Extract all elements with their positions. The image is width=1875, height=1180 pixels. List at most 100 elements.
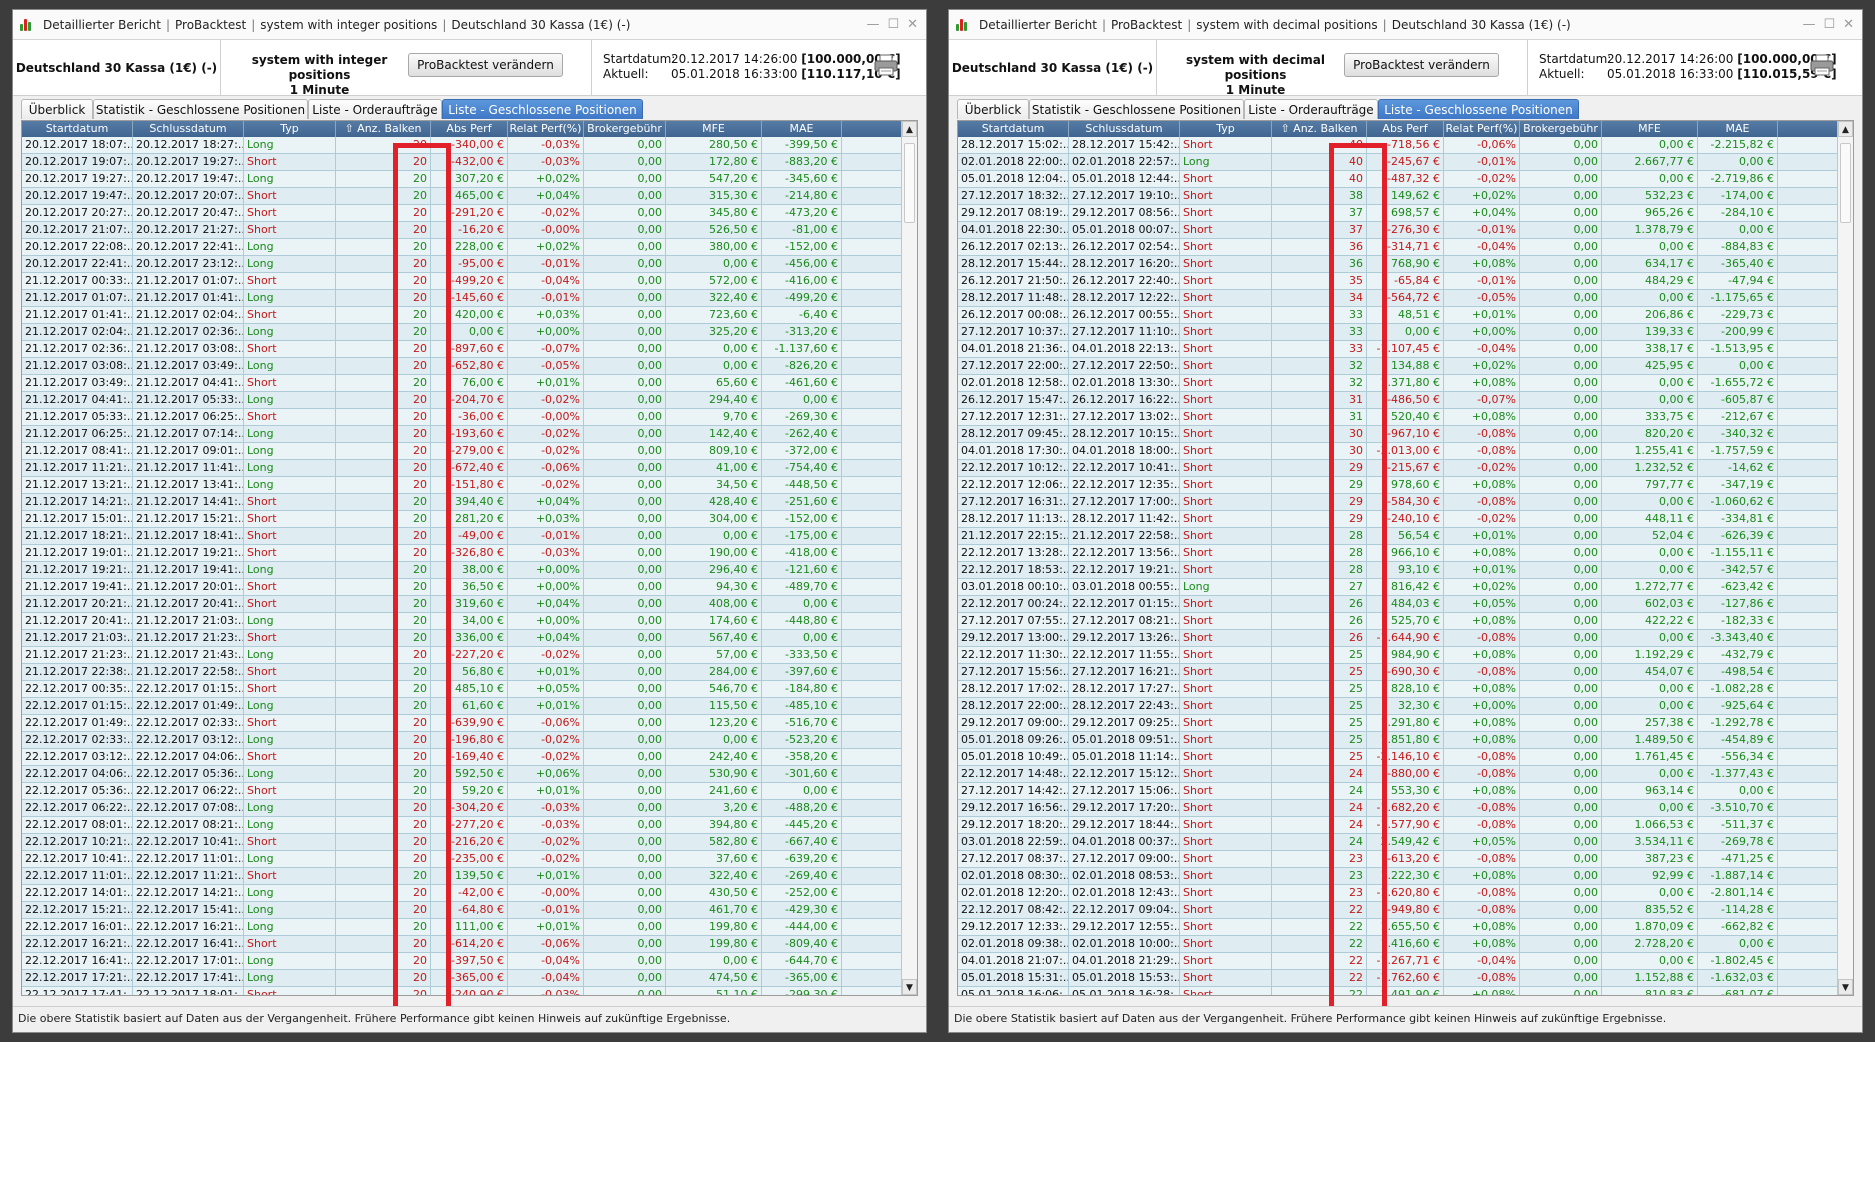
table-row[interactable]: 22.12.2017 16:41:... 22.12.2017 17:01:...…	[22, 953, 901, 970]
table-row[interactable]: 26.12.2017 00:08:... 26.12.2017 00:55:...…	[958, 307, 1837, 324]
table-row[interactable]: 29.12.2017 12:33:... 29.12.2017 12:55:...…	[958, 919, 1837, 936]
table-row[interactable]: 21.12.2017 08:41:... 21.12.2017 09:01:...…	[22, 443, 901, 460]
tab-overview[interactable]: Überblick	[21, 99, 93, 119]
table-row[interactable]: 21.12.2017 20:21:... 21.12.2017 20:41:...…	[22, 596, 901, 613]
tab-closed-positions-statistics[interactable]: Statistik - Geschlossene Positionen	[1029, 99, 1244, 119]
table-row[interactable]: 22.12.2017 00:24:... 22.12.2017 01:15:...…	[958, 596, 1837, 613]
column-header-type[interactable]: Typ	[244, 121, 336, 137]
table-row[interactable]: 04.01.2018 22:30:... 05.01.2018 00:07:...…	[958, 222, 1837, 239]
table-row[interactable]: 21.12.2017 21:23:... 21.12.2017 21:43:...…	[22, 647, 901, 664]
table-row[interactable]: 29.12.2017 16:56:... 29.12.2017 17:20:...…	[958, 800, 1837, 817]
column-header-start-date[interactable]: Startdatum	[958, 121, 1069, 137]
table-row[interactable]: 28.12.2017 15:02:... 28.12.2017 15:42:...…	[958, 137, 1837, 154]
minimize-icon[interactable]: —	[866, 17, 879, 32]
table-row[interactable]: 22.12.2017 06:22:... 22.12.2017 07:08:...…	[22, 800, 901, 817]
modify-probacktest-button[interactable]: ProBacktest verändern	[408, 53, 563, 77]
table-row[interactable]: 21.12.2017 19:41:... 21.12.2017 20:01:...…	[22, 579, 901, 596]
table-row[interactable]: 20.12.2017 22:41:... 20.12.2017 23:12:...…	[22, 256, 901, 273]
table-row[interactable]: 22.12.2017 01:49:... 22.12.2017 02:33:...…	[22, 715, 901, 732]
vertical-scrollbar[interactable]: ▲ ▼	[901, 121, 917, 995]
tab-closed-positions-list[interactable]: Liste - Geschlossene Positionen	[1378, 99, 1579, 119]
table-row[interactable]: 22.12.2017 11:30:... 22.12.2017 11:55:...…	[958, 647, 1837, 664]
table-row[interactable]: 21.12.2017 02:04:... 21.12.2017 02:36:...…	[22, 324, 901, 341]
close-icon[interactable]: ✕	[1843, 17, 1854, 32]
maximize-icon[interactable]: ☐	[887, 17, 899, 32]
table-row[interactable]: 02.01.2018 08:30:... 02.01.2018 08:53:...…	[958, 868, 1837, 885]
table-row[interactable]: 21.12.2017 21:03:... 21.12.2017 21:23:...…	[22, 630, 901, 647]
table-row[interactable]: 04.01.2018 21:36:... 04.01.2018 22:13:...…	[958, 341, 1837, 358]
table-row[interactable]: 22.12.2017 08:42:... 22.12.2017 09:04:...…	[958, 902, 1837, 919]
table-row[interactable]: 03.01.2018 22:59:... 04.01.2018 00:37:...…	[958, 834, 1837, 851]
minimize-icon[interactable]: —	[1802, 17, 1815, 32]
table-row[interactable]: 27.12.2017 07:55:... 27.12.2017 08:21:...…	[958, 613, 1837, 630]
column-header-abs-perf[interactable]: Abs Perf	[1367, 121, 1444, 137]
table-row[interactable]: 29.12.2017 13:00:... 29.12.2017 13:26:...…	[958, 630, 1837, 647]
column-header-end-date[interactable]: Schlussdatum	[1069, 121, 1180, 137]
table-row[interactable]: 27.12.2017 12:31:... 27.12.2017 13:02:...…	[958, 409, 1837, 426]
table-row[interactable]: 26.12.2017 21:50:... 26.12.2017 22:40:...…	[958, 273, 1837, 290]
table-row[interactable]: 20.12.2017 22:08:... 20.12.2017 22:41:...…	[22, 239, 901, 256]
table-row[interactable]: 20.12.2017 19:07:... 20.12.2017 19:27:...…	[22, 154, 901, 171]
table-row[interactable]: 21.12.2017 03:49:... 21.12.2017 04:41:...…	[22, 375, 901, 392]
scroll-up-icon[interactable]: ▲	[902, 121, 917, 137]
vertical-scrollbar[interactable]: ▲ ▼	[1837, 121, 1853, 995]
table-row[interactable]: 22.12.2017 10:12:... 22.12.2017 10:41:...…	[958, 460, 1837, 477]
column-header-broker-fee[interactable]: Brokergebühr	[584, 121, 666, 137]
table-row[interactable]: 22.12.2017 16:01:... 22.12.2017 16:21:...…	[22, 919, 901, 936]
table-row[interactable]: 21.12.2017 20:41:... 21.12.2017 21:03:...…	[22, 613, 901, 630]
table-row[interactable]: 22.12.2017 17:41:... 22.12.2017 18:01:...…	[22, 987, 901, 995]
column-header-rel-perf[interactable]: Relat Perf(%)	[508, 121, 584, 137]
table-row[interactable]: 22.12.2017 14:48:... 22.12.2017 15:12:...…	[958, 766, 1837, 783]
table-row[interactable]: 22.12.2017 10:41:... 22.12.2017 11:01:...…	[22, 851, 901, 868]
table-row[interactable]: 21.12.2017 03:08:... 21.12.2017 03:49:...…	[22, 358, 901, 375]
tab-overview[interactable]: Überblick	[957, 99, 1029, 119]
table-row[interactable]: 04.01.2018 17:30:... 04.01.2018 18:00:...…	[958, 443, 1837, 460]
table-row[interactable]: 02.01.2018 22:00:... 02.01.2018 22:57:...…	[958, 154, 1837, 171]
table-row[interactable]: 22.12.2017 02:33:... 22.12.2017 03:12:...…	[22, 732, 901, 749]
column-header-broker-fee[interactable]: Brokergebühr	[1520, 121, 1602, 137]
table-row[interactable]: 22.12.2017 13:28:... 22.12.2017 13:56:...…	[958, 545, 1837, 562]
column-header-rel-perf[interactable]: Relat Perf(%)	[1444, 121, 1520, 137]
table-row[interactable]: 02.01.2018 09:38:... 02.01.2018 10:00:...…	[958, 936, 1837, 953]
column-header-mfe[interactable]: MFE	[1602, 121, 1698, 137]
modify-probacktest-button[interactable]: ProBacktest verändern	[1344, 53, 1499, 77]
table-row[interactable]: 05.01.2018 15:31:... 05.01.2018 15:53:...…	[958, 970, 1837, 987]
table-row[interactable]: 22.12.2017 11:01:... 22.12.2017 11:21:...…	[22, 868, 901, 885]
maximize-icon[interactable]: ☐	[1823, 17, 1835, 32]
table-row[interactable]: 26.12.2017 02:13:... 26.12.2017 02:54:...…	[958, 239, 1837, 256]
table-row[interactable]: 22.12.2017 08:01:... 22.12.2017 08:21:...…	[22, 817, 901, 834]
table-row[interactable]: 21.12.2017 15:01:... 21.12.2017 15:21:...…	[22, 511, 901, 528]
table-row[interactable]: 02.01.2018 12:20:... 02.01.2018 12:43:...…	[958, 885, 1837, 902]
table-row[interactable]: 27.12.2017 08:37:... 27.12.2017 09:00:...…	[958, 851, 1837, 868]
table-row[interactable]: 22.12.2017 01:15:... 22.12.2017 01:49:...…	[22, 698, 901, 715]
table-row[interactable]: 20.12.2017 21:07:... 20.12.2017 21:27:...…	[22, 222, 901, 239]
table-row[interactable]: 27.12.2017 14:42:... 27.12.2017 15:06:...…	[958, 783, 1837, 800]
table-row[interactable]: 21.12.2017 04:41:... 21.12.2017 05:33:...…	[22, 392, 901, 409]
table-row[interactable]: 04.01.2018 21:07:... 04.01.2018 21:29:...…	[958, 953, 1837, 970]
table-row[interactable]: 22.12.2017 17:21:... 22.12.2017 17:41:...…	[22, 970, 901, 987]
table-row[interactable]: 22.12.2017 04:06:... 22.12.2017 05:36:...…	[22, 766, 901, 783]
table-row[interactable]: 21.12.2017 22:15:... 21.12.2017 22:58:...…	[958, 528, 1837, 545]
column-header-bars[interactable]: ⇧ Anz. Balken	[336, 121, 431, 137]
table-row[interactable]: 05.01.2018 16:06:... 05.01.2018 16:28:...…	[958, 987, 1837, 995]
table-row[interactable]: 21.12.2017 19:01:... 21.12.2017 19:21:...…	[22, 545, 901, 562]
scroll-down-icon[interactable]: ▼	[1838, 979, 1853, 995]
table-row[interactable]: 21.12.2017 18:21:... 21.12.2017 18:41:...…	[22, 528, 901, 545]
scroll-up-icon[interactable]: ▲	[1838, 121, 1853, 137]
tab-order-list[interactable]: Liste - Orderaufträge	[1244, 99, 1378, 119]
table-row[interactable]: 22.12.2017 03:12:... 22.12.2017 04:06:...…	[22, 749, 901, 766]
printer-icon[interactable]	[874, 54, 898, 76]
table-row[interactable]: 29.12.2017 18:20:... 29.12.2017 18:44:...…	[958, 817, 1837, 834]
table-row[interactable]: 20.12.2017 18:07:... 20.12.2017 18:27:...…	[22, 137, 901, 154]
table-row[interactable]: 02.01.2018 12:58:... 02.01.2018 13:30:...…	[958, 375, 1837, 392]
table-row[interactable]: 21.12.2017 22:38:... 21.12.2017 22:58:...…	[22, 664, 901, 681]
table-row[interactable]: 21.12.2017 19:21:... 21.12.2017 19:41:...…	[22, 562, 901, 579]
printer-icon[interactable]	[1810, 54, 1834, 76]
table-row[interactable]: 28.12.2017 17:02:... 28.12.2017 17:27:...…	[958, 681, 1837, 698]
column-header-type[interactable]: Typ	[1180, 121, 1272, 137]
table-row[interactable]: 22.12.2017 05:36:... 22.12.2017 06:22:...…	[22, 783, 901, 800]
table-row[interactable]: 21.12.2017 06:25:... 21.12.2017 07:14:...…	[22, 426, 901, 443]
close-icon[interactable]: ✕	[907, 17, 918, 32]
table-row[interactable]: 21.12.2017 01:07:... 21.12.2017 01:41:...…	[22, 290, 901, 307]
column-header-end-date[interactable]: Schlussdatum	[133, 121, 244, 137]
